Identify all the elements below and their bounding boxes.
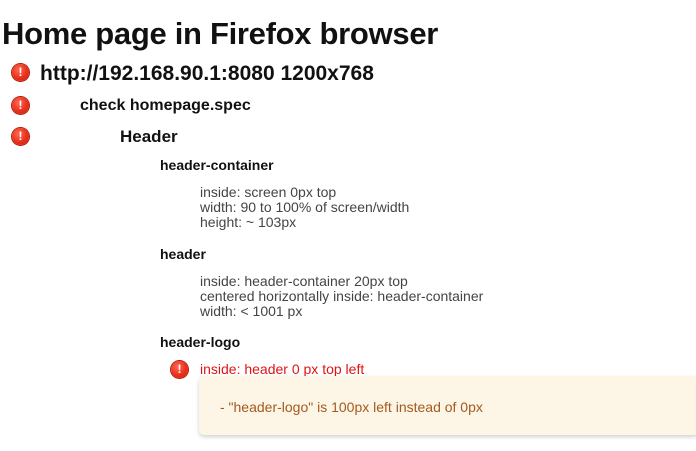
- spec-item: inside: screen 0px top: [200, 184, 337, 200]
- spec-file-title[interactable]: check homepage.spec: [80, 97, 251, 115]
- error-icon: !: [12, 97, 29, 114]
- object-name: header: [160, 246, 206, 262]
- object-name: header-logo: [160, 334, 241, 350]
- spec-item: centered horizontally inside: header-con…: [200, 288, 484, 304]
- error-icon: !: [12, 64, 29, 81]
- spec-item: inside: header-container 20px top: [200, 273, 408, 289]
- spec-item: width: < 1001 px: [200, 303, 303, 319]
- spec-item: height: ~ 103px: [200, 214, 297, 230]
- page-title: Home page in Firefox browser: [2, 16, 439, 51]
- report-page: Home page in Firefox browser ! http://19…: [0, 0, 696, 451]
- object-spec-list: inside: screen 0px top width: 90 to 100%…: [200, 185, 409, 230]
- error-message-box: - "header-logo" is 100px left instead of…: [199, 376, 696, 435]
- spec-item: width: 90 to 100% of screen/width: [200, 199, 410, 215]
- object-spec-list: inside: header-container 20px top center…: [200, 274, 483, 319]
- failed-spec[interactable]: inside: header 0 px top left: [200, 361, 364, 377]
- error-icon: !: [12, 128, 29, 145]
- error-message: - "header-logo" is 100px left instead of…: [220, 399, 483, 415]
- test-url-title[interactable]: http://192.168.90.1:8080 1200x768: [40, 62, 374, 86]
- error-icon: !: [171, 361, 188, 378]
- object-name: header-container: [160, 157, 274, 173]
- section-title[interactable]: Header: [120, 127, 178, 147]
